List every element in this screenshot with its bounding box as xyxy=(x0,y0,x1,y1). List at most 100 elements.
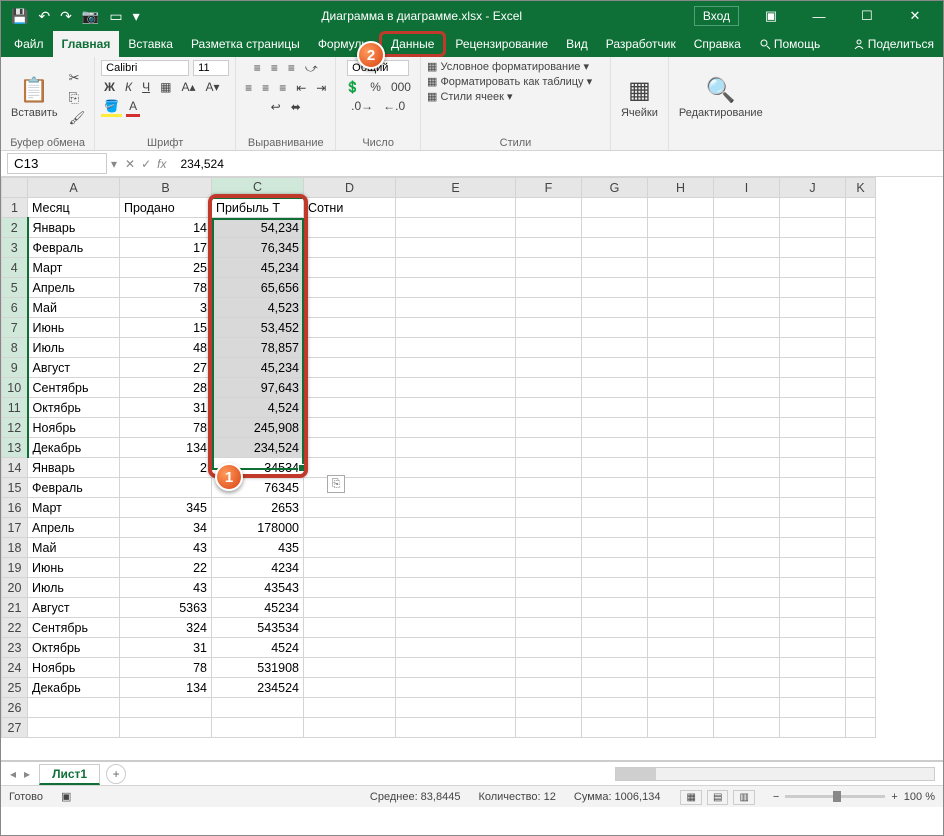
cell-G10[interactable] xyxy=(582,378,648,398)
cell-I7[interactable] xyxy=(714,318,780,338)
cell-B1[interactable]: Продано xyxy=(120,198,212,218)
cell-G23[interactable] xyxy=(582,638,648,658)
row-header-11[interactable]: 11 xyxy=(2,398,28,418)
cell-F18[interactable] xyxy=(516,538,582,558)
row-header-27[interactable]: 27 xyxy=(2,718,28,738)
cell-J23[interactable] xyxy=(780,638,846,658)
cell-B16[interactable]: 345 xyxy=(120,498,212,518)
row-header-21[interactable]: 21 xyxy=(2,598,28,618)
cell-B12[interactable]: 78 xyxy=(120,418,212,438)
cell-K7[interactable] xyxy=(846,318,876,338)
cell-K11[interactable] xyxy=(846,398,876,418)
page-break-view-icon[interactable]: ▥ xyxy=(733,790,754,805)
cell-E1[interactable] xyxy=(396,198,516,218)
sheet-nav-first-icon[interactable]: ◂ xyxy=(7,767,19,781)
cell-F24[interactable] xyxy=(516,658,582,678)
cell-C8[interactable]: 78,857 xyxy=(212,338,304,358)
cell-E9[interactable] xyxy=(396,358,516,378)
cell-G26[interactable] xyxy=(582,698,648,718)
cell-E18[interactable] xyxy=(396,538,516,558)
normal-view-icon[interactable]: ▦ xyxy=(680,790,701,805)
cell-F3[interactable] xyxy=(516,238,582,258)
cell-styles-button[interactable]: ▦ Стили ячеек ▾ xyxy=(427,90,513,103)
cell-J14[interactable] xyxy=(780,458,846,478)
cell-J21[interactable] xyxy=(780,598,846,618)
cell-I21[interactable] xyxy=(714,598,780,618)
cell-B6[interactable]: 3 xyxy=(120,298,212,318)
italic-button[interactable]: К xyxy=(122,79,135,95)
bold-button[interactable]: Ж xyxy=(101,79,118,95)
cell-K25[interactable] xyxy=(846,678,876,698)
cell-D2[interactable] xyxy=(304,218,396,238)
cell-H13[interactable] xyxy=(648,438,714,458)
row-header-17[interactable]: 17 xyxy=(2,518,28,538)
row-header-16[interactable]: 16 xyxy=(2,498,28,518)
cell-K13[interactable] xyxy=(846,438,876,458)
cell-C3[interactable]: 76,345 xyxy=(212,238,304,258)
row-header-2[interactable]: 2 xyxy=(2,218,28,238)
col-header-F[interactable]: F xyxy=(516,178,582,198)
format-as-table-button[interactable]: ▦ Форматировать как таблицу ▾ xyxy=(427,75,592,88)
qat-dropdown-icon[interactable]: ▾ xyxy=(133,8,140,25)
orientation-icon[interactable]: ⤻ xyxy=(302,60,321,77)
cell-C25[interactable]: 234524 xyxy=(212,678,304,698)
cell-A25[interactable]: Декабрь xyxy=(28,678,120,698)
cell-F23[interactable] xyxy=(516,638,582,658)
cell-K12[interactable] xyxy=(846,418,876,438)
cell-C18[interactable]: 435 xyxy=(212,538,304,558)
cell-H4[interactable] xyxy=(648,258,714,278)
cell-I26[interactable] xyxy=(714,698,780,718)
cell-K17[interactable] xyxy=(846,518,876,538)
row-header-9[interactable]: 9 xyxy=(2,358,28,378)
macro-record-icon[interactable]: ▣ xyxy=(61,790,71,803)
cell-B19[interactable]: 22 xyxy=(120,558,212,578)
cell-F16[interactable] xyxy=(516,498,582,518)
cell-E23[interactable] xyxy=(396,638,516,658)
cell-K23[interactable] xyxy=(846,638,876,658)
cell-H3[interactable] xyxy=(648,238,714,258)
cell-D12[interactable] xyxy=(304,418,396,438)
cell-E10[interactable] xyxy=(396,378,516,398)
wrap-text-icon[interactable]: ↩ xyxy=(268,99,284,115)
cell-G6[interactable] xyxy=(582,298,648,318)
cell-F10[interactable] xyxy=(516,378,582,398)
cut-icon[interactable]: ✂ xyxy=(66,69,89,87)
cell-H11[interactable] xyxy=(648,398,714,418)
cell-B21[interactable]: 5363 xyxy=(120,598,212,618)
cell-H14[interactable] xyxy=(648,458,714,478)
cell-G1[interactable] xyxy=(582,198,648,218)
cell-F19[interactable] xyxy=(516,558,582,578)
horizontal-scrollbar[interactable] xyxy=(126,767,943,781)
cell-K21[interactable] xyxy=(846,598,876,618)
cell-D1[interactable]: Сотни xyxy=(304,198,396,218)
cell-I1[interactable] xyxy=(714,198,780,218)
cell-C20[interactable]: 43543 xyxy=(212,578,304,598)
tab-insert[interactable]: Вставка xyxy=(119,31,182,57)
cell-E27[interactable] xyxy=(396,718,516,738)
cell-A18[interactable]: Май xyxy=(28,538,120,558)
fill-color-button[interactable]: 🪣 xyxy=(101,98,122,117)
cell-C11[interactable]: 4,524 xyxy=(212,398,304,418)
cell-D17[interactable] xyxy=(304,518,396,538)
cell-A7[interactable]: Июнь xyxy=(28,318,120,338)
tab-review[interactable]: Рецензирование xyxy=(446,31,557,57)
cell-J4[interactable] xyxy=(780,258,846,278)
cell-I11[interactable] xyxy=(714,398,780,418)
cell-K26[interactable] xyxy=(846,698,876,718)
cell-A8[interactable]: Июль xyxy=(28,338,120,358)
cell-E22[interactable] xyxy=(396,618,516,638)
cell-H12[interactable] xyxy=(648,418,714,438)
cell-D9[interactable] xyxy=(304,358,396,378)
cell-G5[interactable] xyxy=(582,278,648,298)
cell-E25[interactable] xyxy=(396,678,516,698)
cell-G25[interactable] xyxy=(582,678,648,698)
cell-E12[interactable] xyxy=(396,418,516,438)
cell-D20[interactable] xyxy=(304,578,396,598)
cell-D11[interactable] xyxy=(304,398,396,418)
cell-J3[interactable] xyxy=(780,238,846,258)
cell-F8[interactable] xyxy=(516,338,582,358)
cell-A1[interactable]: Месяц xyxy=(28,198,120,218)
cell-I15[interactable] xyxy=(714,478,780,498)
cell-B17[interactable]: 34 xyxy=(120,518,212,538)
cell-C12[interactable]: 245,908 xyxy=(212,418,304,438)
